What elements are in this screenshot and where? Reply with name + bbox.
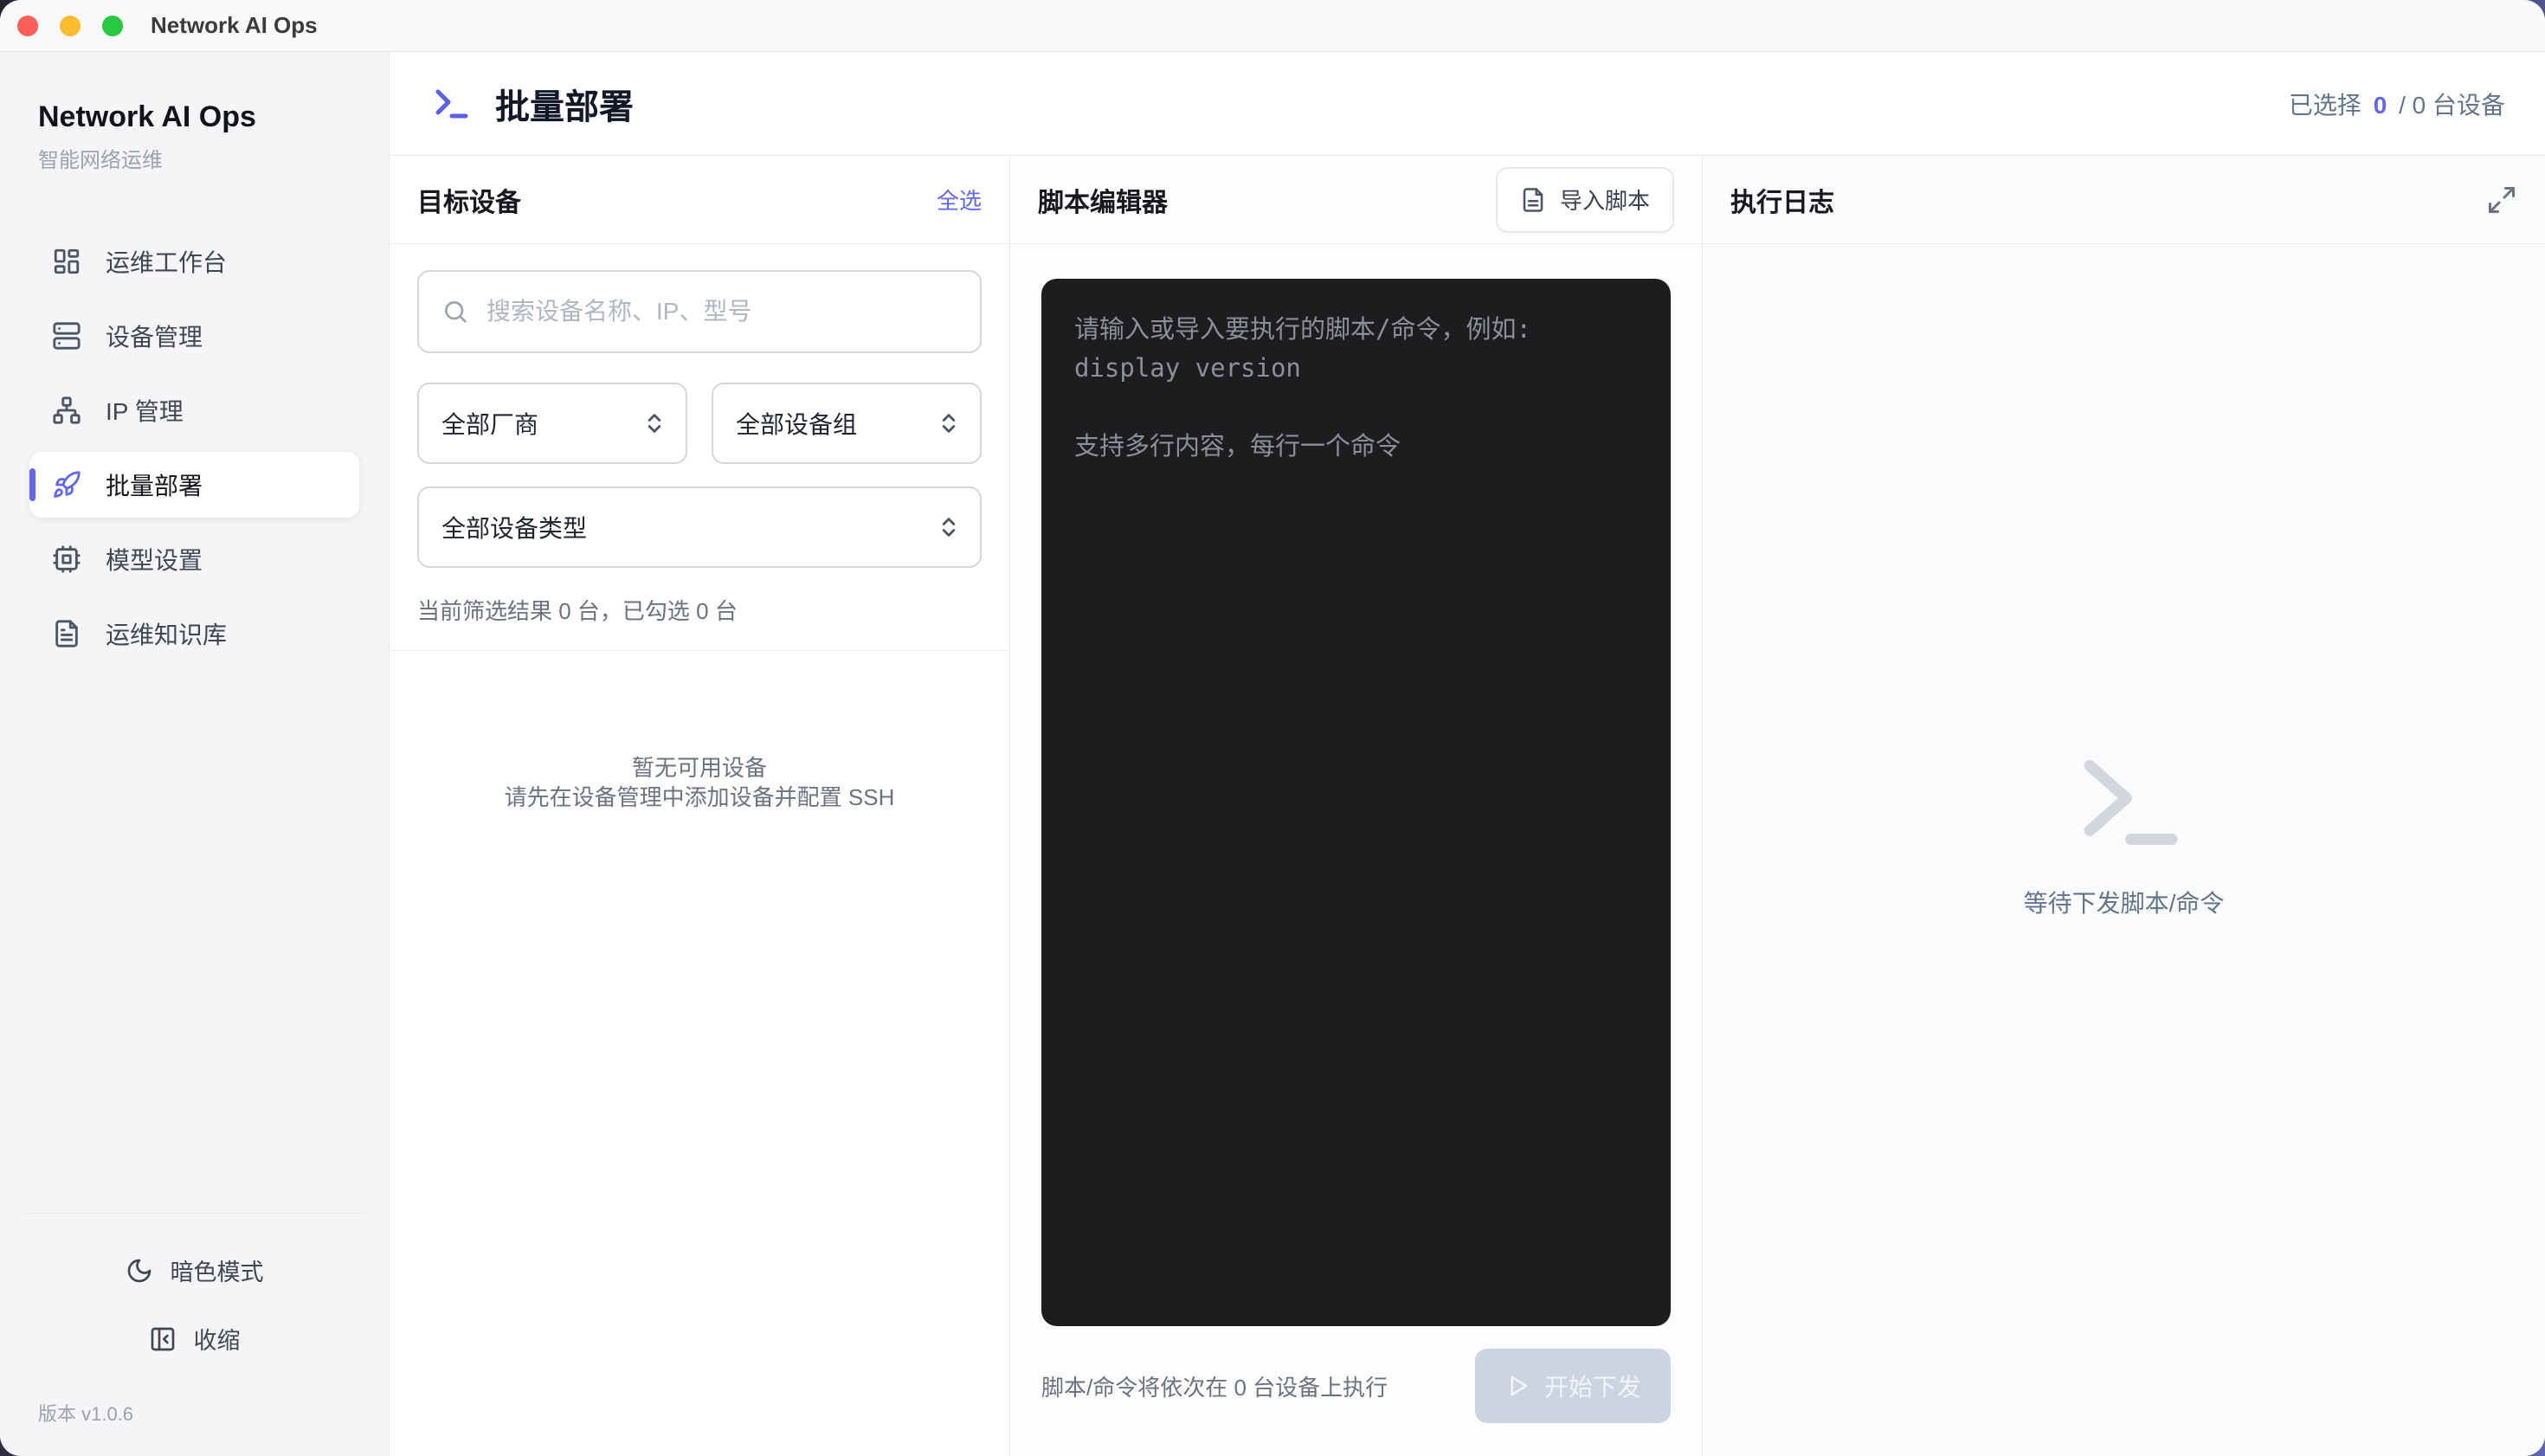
version-label: 版本 v1.0.6 xyxy=(38,1403,134,1425)
screen: Network AI Ops Network AI Ops 智能网络运维 运维工… xyxy=(0,0,2545,1456)
sidebar-footer: 暗色模式 收缩 版本 v1.0.6 xyxy=(24,1213,364,1427)
chevrons-up-down-icon xyxy=(642,411,667,435)
sidebar-brand: Network AI Ops xyxy=(38,100,256,133)
select-all-link[interactable]: 全选 xyxy=(937,184,982,216)
device-type-select-value: 全部设备类型 xyxy=(441,515,588,542)
file-text-icon xyxy=(52,619,81,648)
log-empty-text: 等待下发脚本/命令 xyxy=(2023,890,2225,917)
traffic-lights xyxy=(17,15,123,36)
target-devices-header: 目标设备 全选 xyxy=(390,156,1009,244)
start-deploy-label: 开始下发 xyxy=(1543,1374,1641,1401)
target-devices-title: 目标设备 xyxy=(417,188,521,217)
window-title: Network AI Ops xyxy=(151,12,318,38)
selected-count: 0 xyxy=(2373,91,2387,119)
panel-collapse-icon xyxy=(149,1325,177,1353)
chevrons-up-down-icon xyxy=(937,515,961,539)
titlebar: Network AI Ops xyxy=(0,0,2545,52)
zoom-window-button[interactable] xyxy=(102,15,123,36)
device-search-input[interactable] xyxy=(486,298,957,325)
selected-label: 已选择 xyxy=(2288,91,2361,119)
search-icon xyxy=(441,298,469,325)
selected-devices-summary: 已选择 0 / 0 台设备 xyxy=(2289,87,2505,121)
empty-state-line1: 暂无可用设备 xyxy=(631,755,767,781)
sidebar-item-label: 运维工作台 xyxy=(106,249,228,276)
network-icon xyxy=(52,396,81,425)
main-area: 批量部署 已选择 0 / 0 台设备 目标设备 全选 搜索设备名称、IP、型号 … xyxy=(390,52,2545,1456)
script-footer: 脚本/命令将依次在 0 台设备上执行 开始下发 xyxy=(1010,1326,1702,1456)
execution-note: 脚本/命令将依次在 0 台设备上执行 xyxy=(1041,1374,1388,1401)
target-devices-panel: 目标设备 全选 全部 xyxy=(390,156,1010,1456)
expand-icon[interactable] xyxy=(2486,184,2517,216)
script-editor-header: 脚本编辑器 导入脚本 xyxy=(1010,156,1702,244)
import-script-label: 导入脚本 xyxy=(1559,188,1650,214)
collapse-sidebar-button[interactable]: 收缩 xyxy=(24,1305,364,1373)
log-empty-state: 等待下发脚本/命令 xyxy=(1703,244,2545,1456)
device-list-empty-state: 暂无可用设备 请先在设备管理中添加设备并配置 SSH xyxy=(390,651,1009,1456)
cpu-icon xyxy=(52,544,81,574)
dashboard-icon xyxy=(52,247,81,276)
page-header: 批量部署 已选择 0 / 0 台设备 xyxy=(390,52,2545,156)
sidebar-subtitle: 智能网络运维 xyxy=(38,149,163,172)
rocket-icon xyxy=(52,470,81,499)
minimize-window-button[interactable] xyxy=(60,15,81,36)
sidebar-item-label: 运维知识库 xyxy=(106,622,228,648)
app-window: Network AI Ops Network AI Ops 智能网络运维 运维工… xyxy=(0,0,2545,1456)
vendor-select[interactable]: 全部厂商 xyxy=(417,383,687,464)
file-text-icon xyxy=(1520,187,1546,213)
sidebar-item-label: 模型设置 xyxy=(106,547,203,574)
sidebar-nav: 运维工作台 设备管理 IP 管理 批量部署 模型设置 运维知识库 xyxy=(24,229,364,667)
page-title: 批量部署 xyxy=(495,87,634,126)
sidebar-item-ip-management[interactable]: IP 管理 xyxy=(29,377,359,443)
filter-summary: 当前筛选结果 0 台，已勾选 0 台 xyxy=(417,598,738,624)
terminal-icon xyxy=(431,83,473,125)
execution-log-panel: 执行日志 等待下发脚本/命令 xyxy=(1703,156,2545,1456)
sidebar: Network AI Ops 智能网络运维 运维工作台 设备管理 IP 管理 批… xyxy=(0,52,390,1456)
execution-log-header: 执行日志 xyxy=(1703,156,2545,244)
selected-total: / 0 台设备 xyxy=(2399,91,2505,119)
sidebar-item-ops-workbench[interactable]: 运维工作台 xyxy=(29,229,359,294)
execution-log-title: 执行日志 xyxy=(1730,188,1834,217)
device-type-select[interactable]: 全部设备类型 xyxy=(417,486,982,568)
script-editor-textarea[interactable] xyxy=(1041,279,1671,1326)
dark-mode-toggle[interactable]: 暗色模式 xyxy=(24,1236,364,1305)
sidebar-item-model-settings[interactable]: 模型设置 xyxy=(29,526,359,592)
start-deploy-button[interactable]: 开始下发 xyxy=(1474,1349,1671,1423)
server-icon xyxy=(52,321,81,351)
moon-icon xyxy=(126,1257,153,1285)
chevrons-up-down-icon xyxy=(937,411,961,435)
device-group-select-value: 全部设备组 xyxy=(736,411,858,438)
collapse-label: 收缩 xyxy=(193,1328,241,1354)
sidebar-item-batch-deploy[interactable]: 批量部署 xyxy=(29,452,359,518)
sidebar-item-label: IP 管理 xyxy=(106,398,184,425)
script-editor-panel: 脚本编辑器 导入脚本 脚本/命令将依次在 xyxy=(1010,156,1703,1456)
sidebar-item-label: 设备管理 xyxy=(106,324,203,351)
import-script-button[interactable]: 导入脚本 xyxy=(1495,166,1674,233)
device-filters: 全部厂商 全部设备组 xyxy=(390,244,1009,650)
close-window-button[interactable] xyxy=(17,15,38,36)
play-icon xyxy=(1504,1373,1530,1399)
vendor-select-value: 全部厂商 xyxy=(441,411,539,438)
terminal-prompt-icon xyxy=(2059,746,2189,859)
device-group-select[interactable]: 全部设备组 xyxy=(712,383,982,464)
script-editor-title: 脚本编辑器 xyxy=(1038,188,1168,217)
dark-mode-label: 暗色模式 xyxy=(170,1260,264,1285)
device-search-box xyxy=(417,270,982,353)
empty-state-line2: 请先在设备管理中添加设备并配置 SSH xyxy=(504,784,895,811)
sidebar-item-knowledge-base[interactable]: 运维知识库 xyxy=(29,601,359,667)
sidebar-item-label: 批量部署 xyxy=(106,473,203,499)
sidebar-item-device-management[interactable]: 设备管理 xyxy=(29,303,359,369)
